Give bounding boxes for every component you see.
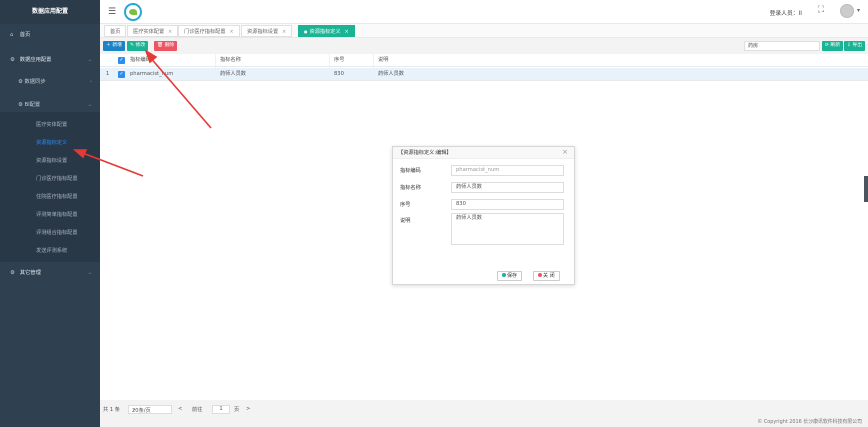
export-button[interactable]: ⇩ 导出: [843, 41, 865, 51]
page-tabs: 首页 医疗实体配置× 门诊医疗指标配置× 资源指标设置× 资源指标定义×: [100, 24, 868, 38]
close-icon[interactable]: ×: [345, 30, 349, 35]
tab-resource-indicator-def[interactable]: 资源指标定义×: [298, 25, 355, 37]
row-checkbox[interactable]: ✓: [118, 71, 125, 78]
goto-label: 前往: [192, 407, 203, 413]
sidebar-item-label: 数据同步: [24, 79, 46, 85]
sidebar-item-inpatient-indicator[interactable]: 住院医疗指标配置: [0, 190, 100, 204]
close-button[interactable]: 关 闭: [533, 271, 560, 281]
close-icon[interactable]: ×: [230, 30, 234, 35]
cell-name: 药师人员数: [220, 71, 246, 77]
sidebar-item-home[interactable]: ⌂ 首页: [0, 28, 100, 42]
prev-page-button[interactable]: <: [178, 406, 182, 412]
copyright: © Copyright 2016 长沙康讯软件科技有限公司: [757, 419, 862, 425]
avatar[interactable]: [840, 4, 860, 18]
cell-desc: 药师人员数: [378, 71, 404, 77]
tab-outpatient-indicator[interactable]: 门诊医疗指标配置 ×: [178, 25, 240, 37]
chevron-down-icon: ⌄: [87, 57, 92, 63]
sidebar-item-data-sync[interactable]: ⚙ 数据同步 ›: [0, 75, 100, 89]
chevron-right-icon: ›: [90, 79, 92, 85]
gear-icon: ⚙: [10, 270, 15, 276]
tab-home[interactable]: 首页: [104, 25, 127, 37]
field-label-desc: 说明: [400, 218, 411, 224]
sidebar-item-medical-entity[interactable]: 医疗实体配置: [0, 118, 100, 132]
gear-icon: ⚙: [18, 79, 23, 85]
save-icon: [502, 273, 506, 277]
cell-code: pharmacist_num: [130, 71, 174, 77]
toolbar: ＋ 新增 ✎ 修改 🗑 删除 药房 ⟳ 刷新 ⇩ 导出: [100, 40, 868, 54]
sidebar: 数据应用配置 ⌂ 首页 ⚙ 数据应用配置 ⌄ ⚙ 数据同步 › ⚙ BI配置 ⌄…: [0, 0, 100, 427]
column-header-desc[interactable]: 说明: [378, 54, 388, 67]
menu-toggle-icon[interactable]: ☰: [108, 7, 116, 17]
sidebar-item-resource-indicator-set[interactable]: 资源指标设置: [0, 154, 100, 168]
close-icon[interactable]: ×: [168, 30, 172, 35]
edit-dialog: 【资源指标定义:编辑】 × 指标编码 pharmacist_num 指标名称 药…: [392, 146, 575, 285]
row-index: 1: [106, 71, 110, 77]
desc-textarea[interactable]: 药师人员数: [451, 213, 564, 245]
tab-medical-entity[interactable]: 医疗实体配置 ×: [127, 25, 179, 37]
column-divider: [373, 54, 374, 81]
code-field[interactable]: pharmacist_num: [451, 165, 564, 176]
page-suffix: 页: [234, 407, 240, 413]
page-size-select[interactable]: 20条/页 ⌄: [128, 405, 172, 414]
save-button[interactable]: 保存: [497, 271, 523, 281]
top-header: ☰ 登录人员：II ⛶: [100, 0, 868, 24]
dialog-title: 【资源指标定义:编辑】: [393, 147, 574, 159]
gear-icon: ⚙: [18, 102, 23, 108]
total-count: 共 1 条: [103, 407, 120, 413]
edit-button[interactable]: ✎ 修改: [127, 41, 149, 51]
chevron-down-icon: ⌄: [87, 102, 92, 108]
next-page-button[interactable]: >: [246, 406, 250, 412]
sidebar-item-data-app-config[interactable]: ⚙ 数据应用配置 ⌄: [0, 53, 100, 67]
sidebar-item-label: 数据应用配置: [19, 57, 52, 63]
field-label-order: 序号: [400, 202, 411, 208]
sidebar-item-label: 首页: [19, 32, 31, 38]
sidebar-item-bi-config[interactable]: ⚙ BI配置 ⌄: [0, 98, 100, 112]
select-all-checkbox[interactable]: ✓: [118, 57, 125, 64]
cell-order: 830: [334, 71, 344, 77]
close-icon[interactable]: ×: [282, 30, 286, 35]
column-header-name[interactable]: 指标名称: [220, 54, 241, 67]
add-button[interactable]: ＋ 新增: [103, 41, 125, 51]
sidebar-item-resource-indicator-def[interactable]: 资源指标定义: [0, 136, 100, 150]
user-label: 登录人员：II: [769, 11, 802, 17]
column-divider: [215, 54, 216, 81]
field-label-name: 指标名称: [400, 185, 421, 191]
close-icon: [538, 273, 542, 277]
sidebar-item-eval-combined[interactable]: 评测组合指标配置: [0, 226, 100, 240]
search-input[interactable]: 药房: [744, 41, 820, 51]
column-divider: [329, 54, 330, 81]
field-label-code: 指标编码: [400, 168, 421, 174]
sidebar-item-outpatient-indicator[interactable]: 门诊医疗指标配置: [0, 172, 100, 186]
order-field[interactable]: 830: [451, 199, 564, 210]
gear-icon: ⚙: [10, 57, 15, 63]
sidebar-item-eval-simple[interactable]: 评测简单指标配置: [0, 208, 100, 222]
delete-button[interactable]: 🗑 删除: [154, 41, 178, 51]
column-header-order[interactable]: 序号: [334, 54, 344, 67]
scrollbar-handle[interactable]: [864, 176, 868, 202]
sidebar-item-other-mgmt[interactable]: ⚙ 其它管理 ⌄: [0, 266, 100, 280]
app-title: 数据应用配置: [0, 0, 100, 24]
chevron-down-icon: ⌄: [87, 270, 92, 276]
column-header-code[interactable]: 指标编码: [130, 54, 151, 67]
sidebar-item-send-eval[interactable]: 发送评测系统: [0, 244, 100, 258]
close-icon[interactable]: ×: [562, 148, 568, 156]
logo: [124, 3, 142, 21]
tab-resource-indicator-set[interactable]: 资源指标设置 ×: [241, 25, 293, 37]
fullscreen-icon[interactable]: ⛶: [818, 5, 824, 15]
sidebar-item-label: BI配置: [24, 102, 41, 108]
home-icon: ⌂: [10, 32, 14, 38]
pagination: 共 1 条 20条/页 ⌄ < 前往 1 页 >: [100, 404, 868, 416]
sidebar-item-label: 其它管理: [19, 270, 41, 276]
refresh-button[interactable]: ⟳ 刷新: [821, 41, 843, 51]
page-input[interactable]: 1: [212, 405, 230, 414]
name-field[interactable]: 药师人员数: [451, 182, 564, 193]
